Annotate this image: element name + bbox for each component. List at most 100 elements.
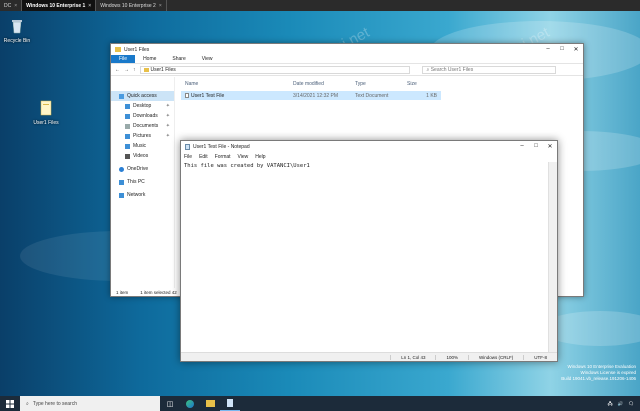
notepad-title-bar: User1 Test File - Notepad – □ ✕ <box>181 141 557 152</box>
folder-icon <box>143 67 149 72</box>
pc-icon <box>119 179 124 185</box>
maximize-icon[interactable]: □ <box>529 143 543 150</box>
edge-icon[interactable] <box>180 396 200 411</box>
task-view-icon[interactable]: ◫ <box>160 396 180 411</box>
nav-label: Desktop <box>133 103 152 109</box>
folder-icon <box>115 47 121 52</box>
column-name[interactable]: Name <box>175 81 293 87</box>
window-title: User1 Files <box>124 46 150 53</box>
line-ending: Windows (CRLF) <box>467 354 523 360</box>
taskbar-search-box[interactable]: ⌕ Type here to search <box>20 396 160 411</box>
file-row[interactable]: User1 Test File 3/14/2021 12:32 PM Text … <box>181 91 441 100</box>
vertical-scrollbar[interactable] <box>548 162 557 352</box>
column-date[interactable]: Date modified <box>293 81 355 87</box>
close-icon[interactable]: × <box>14 3 17 9</box>
start-button[interactable] <box>0 396 20 411</box>
close-icon[interactable]: ✕ <box>569 46 583 53</box>
menu-edit[interactable]: Edit <box>199 154 208 160</box>
ribbon-tab-home[interactable]: Home <box>135 55 164 63</box>
close-icon[interactable]: × <box>88 3 91 9</box>
search-placeholder: Type here to search <box>32 400 78 407</box>
cloud-icon <box>119 166 124 172</box>
windows-logo-icon <box>6 399 14 408</box>
activation-watermark: Windows 10 Enterprise Evaluation Windows… <box>561 364 636 382</box>
notepad-taskbar-icon[interactable] <box>220 396 240 411</box>
ribbon-tab-view[interactable]: View <box>194 55 221 63</box>
picture-icon <box>125 133 130 139</box>
nav-label: Downloads <box>133 113 158 119</box>
nav-item-onedrive[interactable]: OneDrive <box>111 164 174 174</box>
ribbon-tab-share[interactable]: Share <box>164 55 193 63</box>
back-icon[interactable]: ← <box>115 67 120 73</box>
menu-file[interactable]: File <box>184 154 192 160</box>
network-tray-icon[interactable]: 🖧 <box>608 400 613 408</box>
file-type: Text Document <box>355 92 389 99</box>
vm-tab-win10-2[interactable]: Windows 10 Enterprise 2 × <box>96 0 167 11</box>
notepad-text-area[interactable]: This file was created by VATANCI\User1 <box>183 162 548 352</box>
vm-tab-label: Windows 10 Enterprise 2 <box>100 2 156 9</box>
up-icon[interactable]: ↑ <box>133 67 136 73</box>
column-type[interactable]: Type <box>355 81 407 87</box>
close-icon[interactable]: ✕ <box>543 143 557 150</box>
menu-format[interactable]: Format <box>215 154 231 160</box>
minimize-icon[interactable]: – <box>515 143 529 150</box>
file-size: 1 KB <box>426 92 437 99</box>
nav-item-videos[interactable]: Videos <box>111 151 174 161</box>
notepad-icon <box>185 143 190 150</box>
cursor-position: Ln 1, Col 43 <box>390 354 435 360</box>
nav-label: Network <box>127 192 146 198</box>
volume-icon[interactable]: 🔊 <box>618 401 624 407</box>
nav-item-desktop[interactable]: Desktop ✦ <box>111 101 174 111</box>
document-icon <box>125 123 130 129</box>
window-title: User1 Test File - Notepad <box>193 143 250 150</box>
search-placeholder: Search User1 Files <box>430 66 474 73</box>
ribbon-tab-file[interactable]: File <box>111 55 136 63</box>
folder-icon <box>40 100 52 116</box>
download-icon <box>125 113 130 119</box>
text-file-icon <box>185 93 189 98</box>
nav-item-quick-access[interactable]: Quick access <box>111 91 174 101</box>
minimize-icon[interactable]: – <box>541 46 555 53</box>
vm-tab-win10-1[interactable]: Windows 10 Enterprise 1 × <box>22 0 97 11</box>
file-name: User1 Test File <box>191 92 225 99</box>
notepad-window: User1 Test File - Notepad – □ ✕ File Edi… <box>180 140 558 362</box>
nav-item-music[interactable]: Music <box>111 141 174 151</box>
selection-count: 1 item selected 42 <box>140 289 177 295</box>
nav-label: OneDrive <box>127 166 149 172</box>
address-bar[interactable]: User1 Files <box>139 65 410 74</box>
video-icon <box>125 153 130 159</box>
forward-icon[interactable]: → <box>124 67 129 73</box>
nav-label: Music <box>133 143 147 149</box>
file-explorer-taskbar-icon[interactable] <box>200 396 220 411</box>
watermark-line: Build 19041.vb_release.191206-1406 <box>561 376 636 381</box>
search-icon: ⌕ <box>426 66 430 73</box>
nav-item-network[interactable]: Network <box>111 190 174 200</box>
column-size[interactable]: Size <box>407 81 437 87</box>
vm-tab-dc[interactable]: DC × <box>0 0 23 11</box>
recycle-bin-icon <box>12 20 22 34</box>
nav-item-this-pc[interactable]: This PC <box>111 177 174 187</box>
nav-item-downloads[interactable]: Downloads ✦ <box>111 111 174 121</box>
vm-tab-bar: DC × Windows 10 Enterprise 1 × Windows 10 … <box>0 0 640 11</box>
pin-icon: ✦ <box>165 113 170 119</box>
menu-view[interactable]: View <box>238 154 249 160</box>
system-tray: 🖧 🔊 🗨 <box>608 400 640 408</box>
menu-help[interactable]: Help <box>255 154 265 160</box>
file-name-cell: User1 Test File <box>181 93 293 99</box>
nav-label: Pictures <box>133 133 152 139</box>
explorer-title-bar: User1 Files – □ ✕ <box>111 44 583 55</box>
notification-icon[interactable]: 🗨 <box>628 401 634 407</box>
item-count: 1 item <box>116 289 129 295</box>
pin-icon: ✦ <box>165 133 170 139</box>
nav-label: Documents <box>133 123 159 129</box>
address-bar-row: ← → ↑ User1 Files ⌕ Search User1 Files <box>111 64 583 76</box>
desktop-icon-user1-files[interactable]: User1 Files <box>29 100 63 126</box>
close-icon[interactable]: × <box>159 3 162 9</box>
search-input[interactable]: ⌕ Search User1 Files <box>421 65 556 74</box>
desktop-icon-recycle-bin[interactable]: Recycle Bin <box>0 18 34 44</box>
navigation-pane: Quick access Desktop ✦ Downloads ✦ Documen… <box>111 77 175 288</box>
maximize-icon[interactable]: □ <box>555 46 569 53</box>
nav-item-documents[interactable]: Documents ✦ <box>111 121 174 131</box>
ribbon-tabs: File Home Share View <box>111 55 583 64</box>
nav-item-pictures[interactable]: Pictures ✦ <box>111 131 174 141</box>
